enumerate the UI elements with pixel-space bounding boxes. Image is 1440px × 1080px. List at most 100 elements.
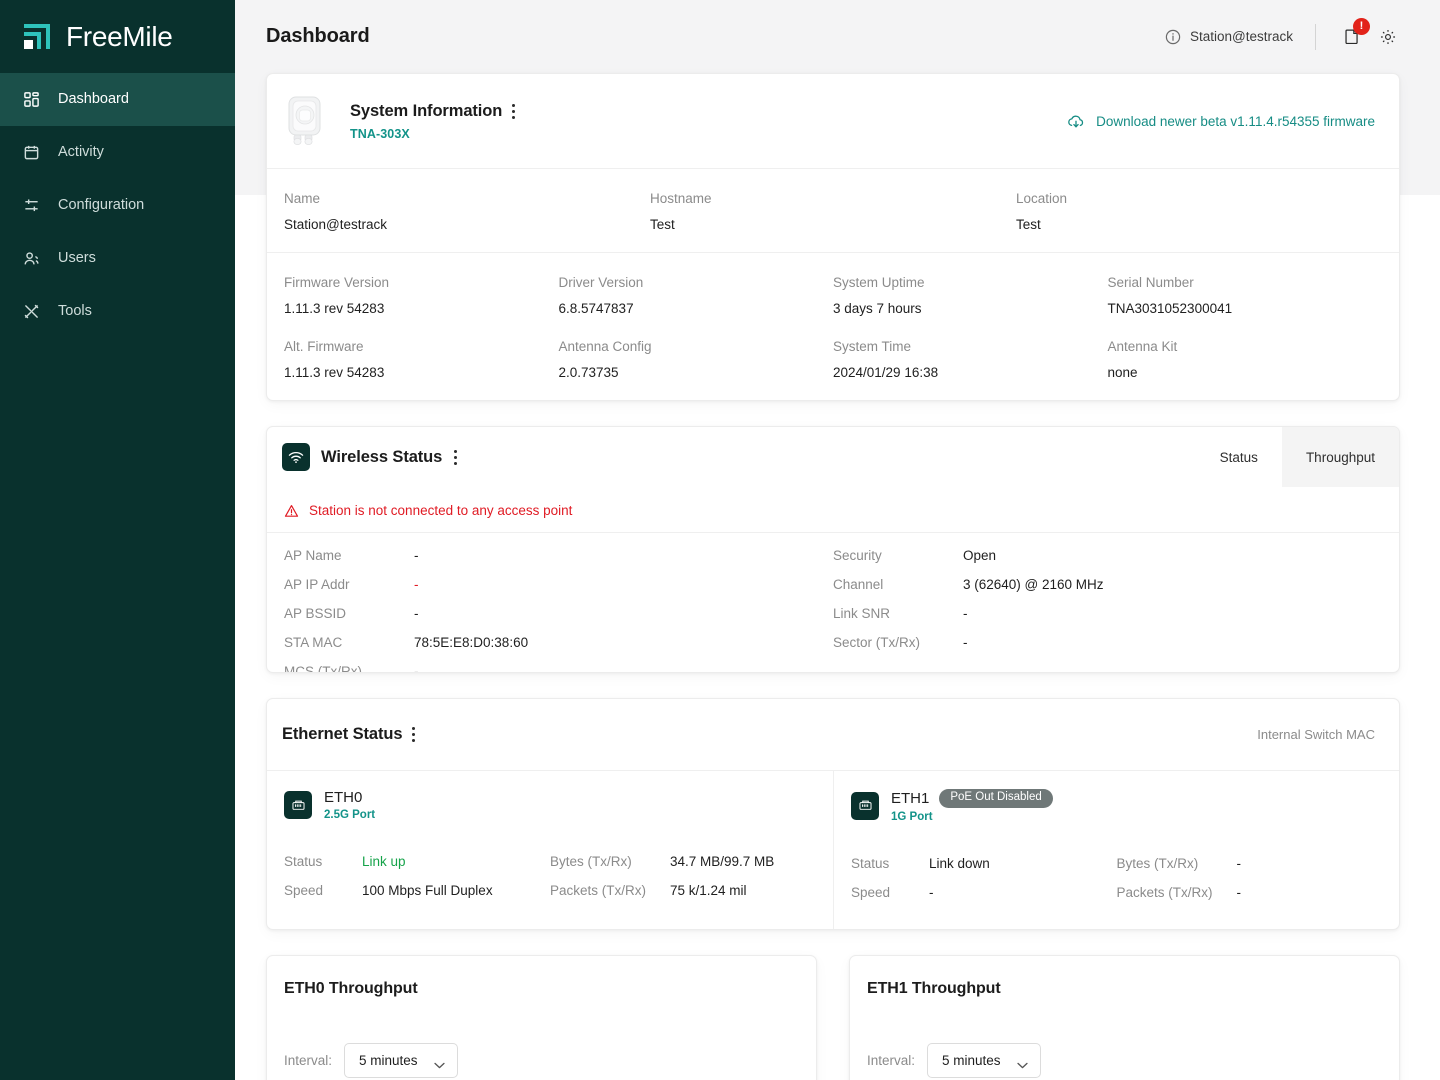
ethernet-port-eth1: ETH1 PoE Out Disabled 1G Port Status Lin	[833, 771, 1399, 929]
interval-select[interactable]: 5 minutes	[344, 1042, 458, 1078]
kv-value: Test	[1016, 217, 1041, 232]
kv-label: Hostname	[650, 191, 712, 206]
sidebar-item-label: Activity	[58, 144, 104, 161]
sliders-icon	[22, 197, 40, 215]
ethernet-status-header: Ethernet Status Internal Switch MAC	[267, 699, 1399, 771]
brand[interactable]: FreeMile	[0, 0, 235, 73]
tab-status[interactable]: Status	[1196, 427, 1282, 487]
field-row: Status Link down	[851, 849, 1117, 878]
brand-name: FreeMile	[66, 20, 173, 52]
throughput-controls: Interval: 5 minutes	[284, 1042, 799, 1078]
system-information-header: System Information TNA-303X Download new…	[267, 74, 1399, 169]
kv-value: 1.11.3 rev 54283	[284, 301, 385, 316]
field-value: -	[929, 884, 934, 900]
field-row: Bytes (Tx/Rx) 34.7 MB/99.7 MB	[550, 847, 816, 876]
eth1-throughput-card: ETH1 Throughput Interval: 5 minutes	[849, 954, 1400, 1080]
card-title: Wireless Status	[321, 447, 443, 466]
app-root: FreeMile Dashboard Activity Configuratio…	[0, 0, 1440, 1080]
field-value: Link down	[929, 855, 990, 871]
interval-value: 5 minutes	[942, 1052, 1001, 1068]
wireless-status-menu-button[interactable]	[453, 449, 457, 466]
kv-label: Firmware Version	[284, 275, 390, 290]
system-information-menu-button[interactable]	[511, 103, 515, 120]
field-label: AP Name	[284, 548, 342, 563]
port-header: ETH1 PoE Out Disabled 1G Port	[851, 789, 1382, 823]
port-header: ETH0 2.5G Port	[284, 789, 816, 821]
field-label: Speed	[851, 884, 891, 900]
kv-pair: Firmware Version 1.11.3 rev 54283	[284, 275, 559, 316]
eth0-throughput-card: ETH0 Throughput Interval: 5 minutes	[266, 954, 817, 1080]
port-name: ETH0	[324, 789, 363, 806]
field-label: MCS (Tx/Rx)	[284, 664, 362, 672]
field-label: STA MAC	[284, 635, 343, 650]
kv-value: 3 days 7 hours	[833, 301, 922, 316]
port-name-row: ETH0	[324, 789, 375, 806]
ethernet-port-eth0: ETH0 2.5G Port Status Link up Speed 100 …	[267, 771, 833, 929]
device-model-link[interactable]: TNA-303X	[350, 127, 515, 141]
kv-pair: Alt. Firmware 1.11.3 rev 54283	[284, 339, 559, 380]
kv-label: Antenna Kit	[1107, 339, 1178, 354]
port-fields-left: Status Link down Speed -	[851, 849, 1117, 907]
wireless-status-alert: Station is not connected to any access p…	[267, 487, 1399, 532]
sidebar-item-users[interactable]: Users	[0, 232, 235, 285]
system-information-title-row: System Information	[350, 102, 515, 121]
cloud-download-icon	[1067, 114, 1085, 129]
ethernet-ports: ETH0 2.5G Port Status Link up Speed 100 …	[267, 771, 1399, 929]
field-label: AP IP Addr	[284, 577, 350, 592]
kv-label: System Uptime	[833, 275, 925, 290]
field-row: AP IP Addr -	[284, 570, 833, 599]
notifications-button[interactable]: !	[1340, 17, 1370, 49]
field-value: 78:5E:E8:D0:38:60	[414, 635, 529, 650]
port-fields-left: Status Link up Speed 100 Mbps Full Duple…	[284, 847, 550, 905]
user-account-chip[interactable]: Station@testrack	[1165, 29, 1293, 45]
settings-button[interactable]	[1376, 25, 1400, 49]
wireless-fields-left: AP Name - AP IP Addr - AP BSSID - STA MA…	[284, 541, 833, 672]
field-row: AP BSSID -	[284, 599, 833, 628]
sidebar-nav: Dashboard Activity Configuration Users T…	[0, 73, 235, 338]
port-titles: ETH0 2.5G Port	[324, 789, 375, 821]
tools-icon	[22, 303, 40, 321]
info-circle-icon	[1165, 29, 1181, 45]
tab-label: Throughput	[1305, 449, 1375, 465]
field-row: Link SNR -	[833, 599, 1382, 628]
kv-pair: System Uptime 3 days 7 hours	[833, 275, 1108, 316]
sidebar-item-activity[interactable]: Activity	[0, 126, 235, 179]
field-label: Status	[284, 854, 323, 869]
field-label: Packets (Tx/Rx)	[1116, 884, 1213, 900]
card-title: Ethernet Status	[282, 725, 403, 743]
wireless-status-header: Wireless Status Status Throughput	[267, 427, 1399, 487]
sidebar-item-tools[interactable]: Tools	[0, 285, 235, 338]
field-value: Open	[963, 548, 997, 563]
field-value: 75 k/1.24 mil	[670, 883, 747, 898]
interval-select[interactable]: 5 minutes	[927, 1042, 1041, 1078]
system-information-titles: System Information TNA-303X	[350, 102, 515, 141]
field-label: Link SNR	[833, 606, 891, 621]
wireless-status-title-group: Wireless Status	[267, 427, 457, 487]
internal-switch-mac-link[interactable]: Internal Switch MAC	[1257, 727, 1375, 742]
kv-pair: Antenna Config 2.0.73735	[559, 339, 834, 380]
sidebar-item-label: Configuration	[58, 197, 145, 214]
tab-label: Status	[1219, 449, 1258, 465]
firmware-download-link[interactable]: Download newer beta v1.11.4.r54355 firmw…	[1067, 114, 1375, 129]
field-value: Link up	[362, 854, 406, 869]
tab-throughput[interactable]: Throughput	[1281, 427, 1399, 487]
field-row: Speed 100 Mbps Full Duplex	[284, 876, 550, 905]
kv-label: Serial Number	[1107, 275, 1194, 290]
wifi-icon	[282, 443, 310, 471]
kv-value: Test	[650, 217, 675, 232]
wireless-status-card: Wireless Status Status Throughput Statio…	[266, 426, 1400, 673]
field-label: Security	[833, 548, 882, 563]
card-title: ETH0 Throughput	[284, 979, 418, 997]
grid-dashboard-icon	[22, 91, 40, 109]
port-speed-label: 2.5G Port	[324, 809, 376, 821]
kv-pair: Antenna Kit none	[1108, 339, 1383, 380]
sidebar-item-dashboard[interactable]: Dashboard	[0, 73, 235, 126]
field-row: Packets (Tx/Rx) 75 k/1.24 mil	[550, 876, 816, 905]
wireless-status-alert-text: Station is not connected to any access p…	[309, 503, 573, 518]
field-label: Speed	[284, 883, 324, 898]
sidebar-item-configuration[interactable]: Configuration	[0, 179, 235, 232]
port-name-row: ETH1 PoE Out Disabled	[891, 789, 1053, 808]
kv-pair: System Time 2024/01/29 16:38	[833, 339, 1108, 380]
ethernet-status-menu-button[interactable]	[411, 726, 415, 743]
sidebar-item-label: Tools	[58, 303, 92, 320]
